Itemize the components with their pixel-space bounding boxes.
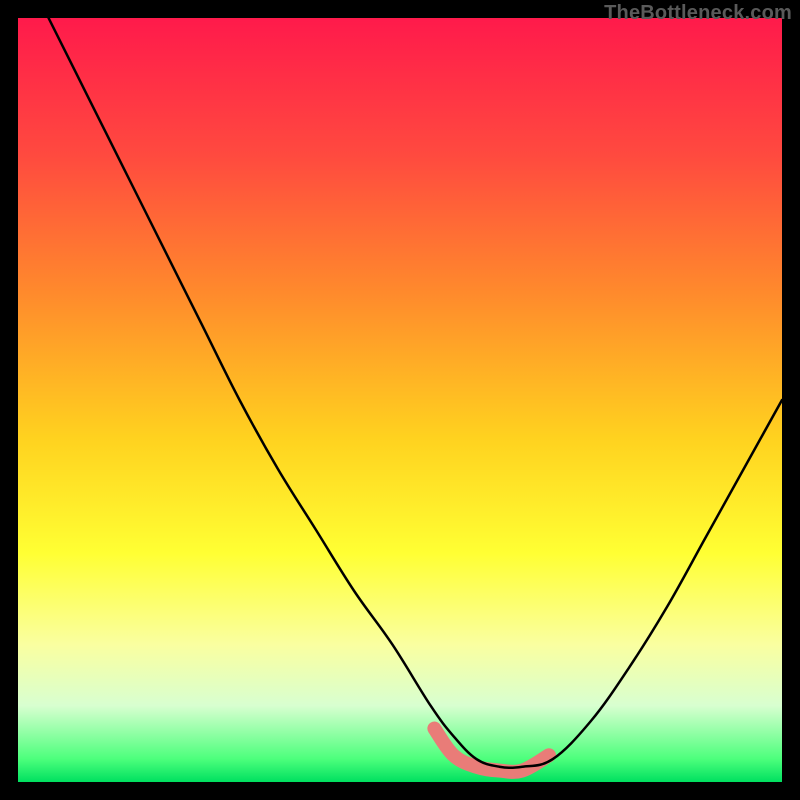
bottleneck-curve <box>49 18 782 768</box>
chart-svg <box>18 18 782 782</box>
watermark-text: TheBottleneck.com <box>604 2 792 25</box>
chart-plot-area <box>18 18 782 782</box>
chart-frame: TheBottleneck.com <box>0 0 800 800</box>
